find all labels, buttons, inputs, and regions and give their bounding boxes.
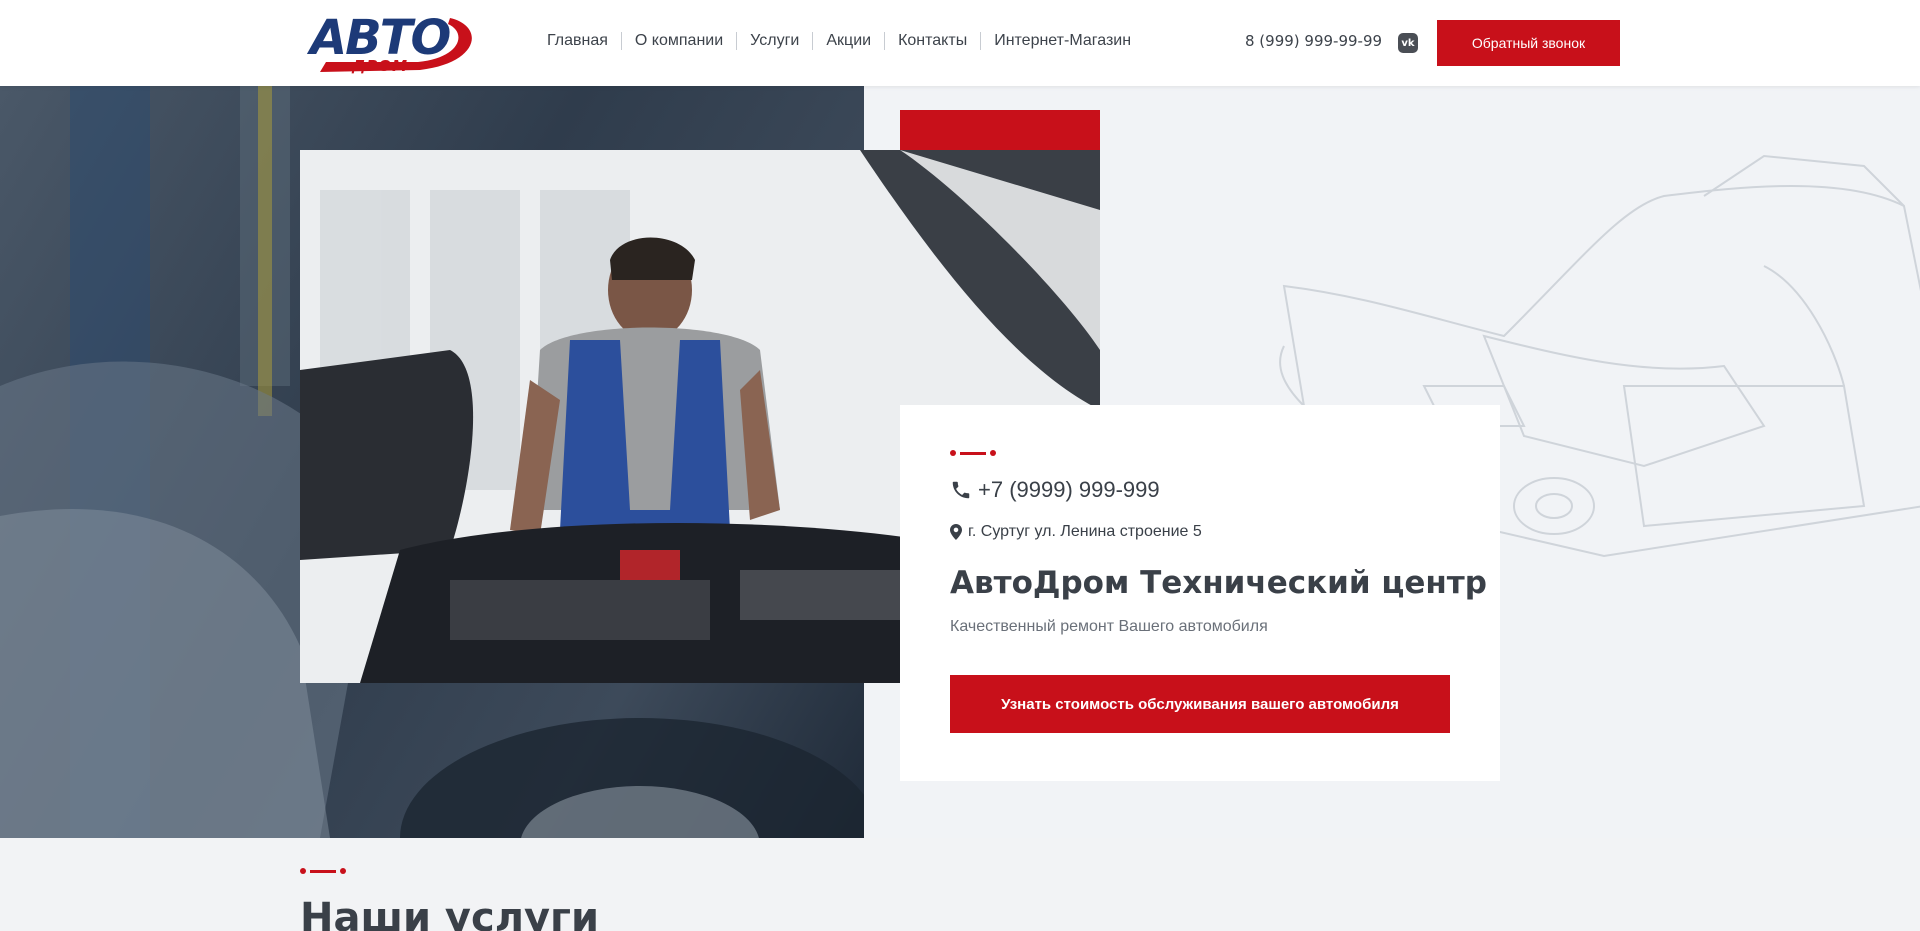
hero-address-text: г. Суртуг ул. Ленина строение 5 bbox=[968, 523, 1202, 540]
main-nav: Главная О компании Услуги Акции Контакты… bbox=[547, 32, 1144, 50]
logo[interactable]: АВТО ДРОМ bbox=[300, 8, 480, 78]
header-phone-link[interactable]: 8 (999) 999-99-99 bbox=[1245, 32, 1382, 50]
logo-subtext: ДРОМ bbox=[352, 57, 409, 75]
nav-item-promotions[interactable]: Акции bbox=[813, 32, 886, 50]
nav-item-shop[interactable]: Интернет-Магазин bbox=[981, 32, 1144, 50]
hero-red-accent-block bbox=[900, 110, 1100, 150]
vk-icon[interactable]: vk bbox=[1398, 33, 1418, 53]
get-price-button[interactable]: Узнать стоимость обслуживания вашего авт… bbox=[950, 675, 1450, 733]
decorative-divider bbox=[950, 450, 996, 456]
nav-item-services[interactable]: Услуги bbox=[737, 32, 814, 50]
hero-title: АвтоДром Технический центр bbox=[950, 565, 1487, 601]
map-pin-icon bbox=[950, 524, 962, 540]
hero-phone-link[interactable]: +7 (9999) 999-999 bbox=[950, 477, 1160, 503]
hero-address: г. Суртуг ул. Ленина строение 5 bbox=[950, 523, 1202, 541]
contact-info-card: +7 (9999) 999-999 г. Суртуг ул. Ленина с… bbox=[900, 405, 1500, 781]
nav-item-contacts[interactable]: Контакты bbox=[885, 32, 982, 50]
phone-icon bbox=[952, 481, 970, 499]
hero-subtitle: Качественный ремонт Вашего автомобиля bbox=[950, 618, 1268, 635]
services-divider bbox=[300, 868, 346, 874]
vk-icon-label: vk bbox=[1401, 37, 1415, 49]
services-section: Наши услуги bbox=[0, 838, 1920, 931]
nav-item-about[interactable]: О компании bbox=[622, 32, 738, 50]
nav-item-home[interactable]: Главная bbox=[547, 32, 622, 50]
hero-phone-text: +7 (9999) 999-999 bbox=[978, 477, 1160, 502]
callback-button[interactable]: Обратный звонок bbox=[1437, 20, 1620, 66]
services-title: Наши услуги bbox=[300, 895, 599, 931]
site-header: АВТО ДРОМ Главная О компании Услуги Акци… bbox=[0, 0, 1920, 86]
